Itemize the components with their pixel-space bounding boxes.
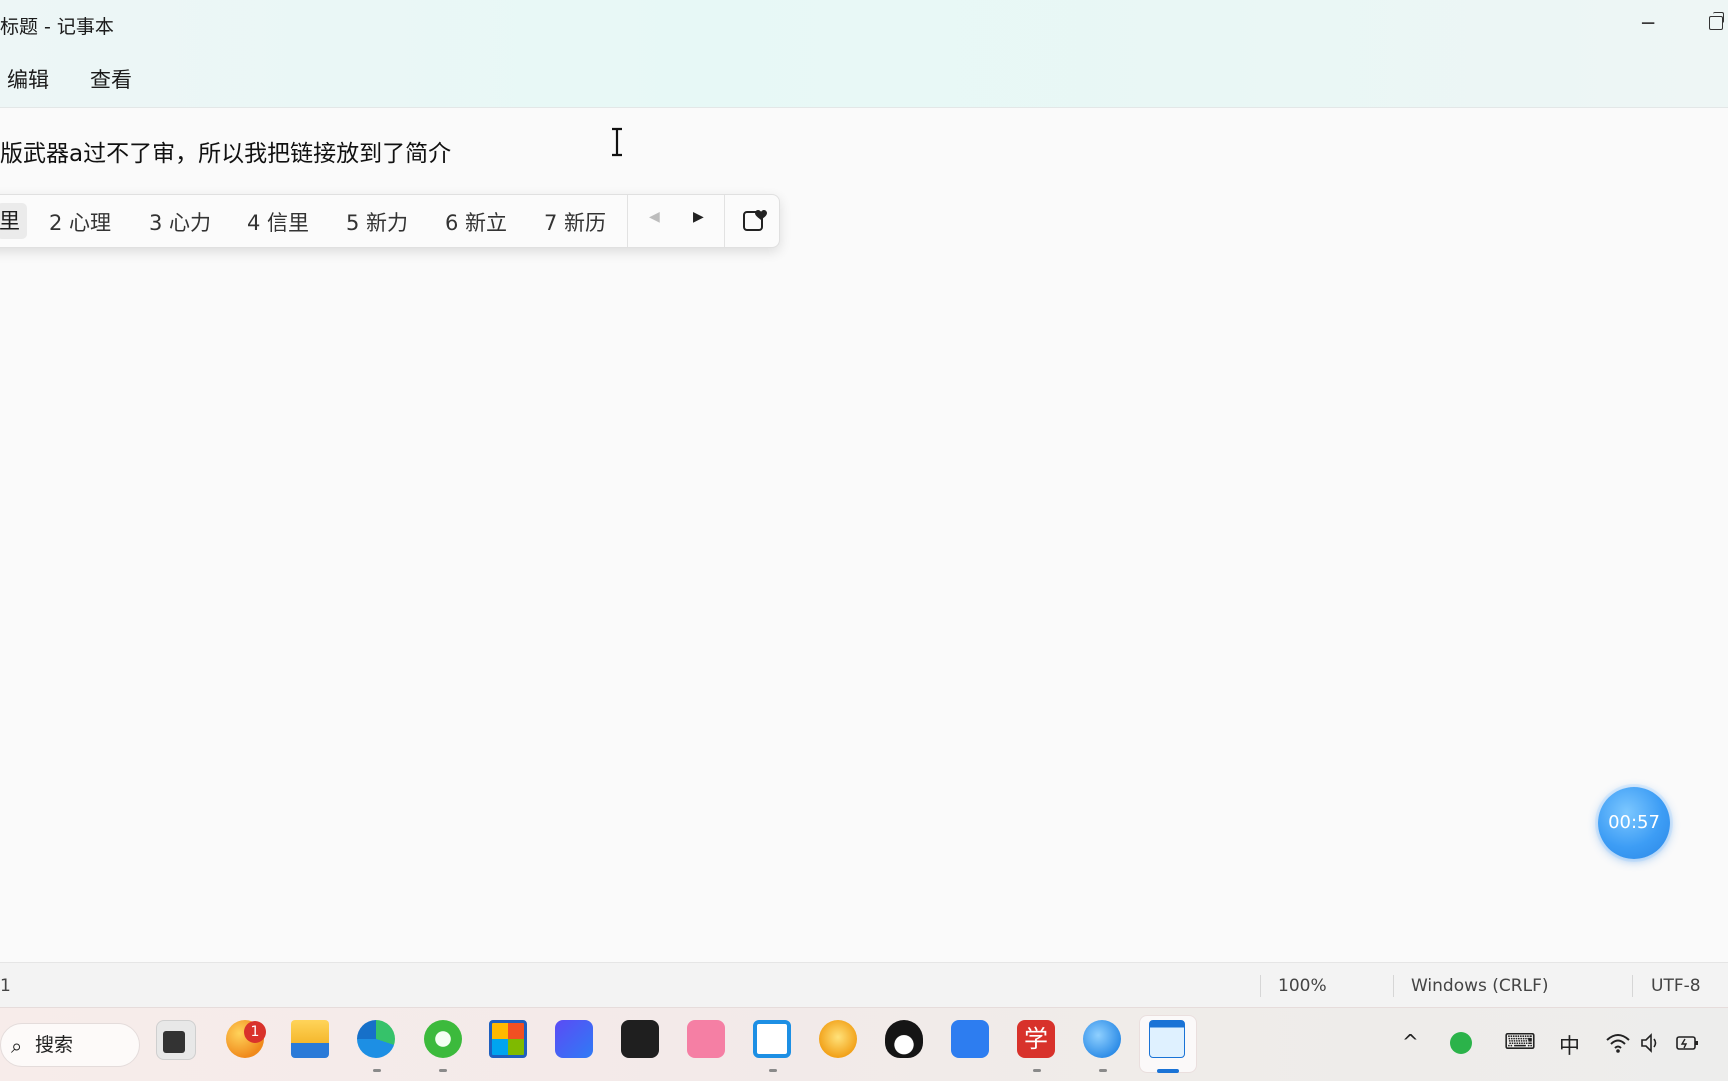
file-explorer-icon[interactable]	[291, 1020, 329, 1058]
notification-badge: 1	[244, 1021, 266, 1043]
divider	[1260, 975, 1261, 997]
ime-language-indicator[interactable]: 中	[1559, 1030, 1580, 1060]
battery-icon[interactable]	[1675, 1033, 1701, 1053]
running-indicator	[439, 1069, 447, 1072]
prev-page-icon[interactable]: ◀	[649, 209, 660, 225]
divider	[627, 195, 628, 247]
volume-icon[interactable]	[1640, 1032, 1662, 1054]
ime-candidate-bar: 里 2 心理 3 心力 4 信里 5 新力 6 新立 7 新历 ◀ ▶	[0, 194, 780, 248]
recording-timer[interactable]: 00:57	[1598, 787, 1670, 859]
status-bar: 1 100% Windows (CRLF) UTF-8	[0, 962, 1728, 1008]
line-ending: Windows (CRLF)	[1411, 976, 1549, 996]
app-blue-icon[interactable]	[555, 1020, 593, 1058]
menu-view[interactable]: 查看	[90, 62, 132, 96]
task-view-glyph	[163, 1031, 185, 1053]
ime-candidate[interactable]: 2 心理	[49, 207, 111, 237]
tray-chevron-icon[interactable]: ^	[1402, 1030, 1419, 1054]
bilibili-icon[interactable]	[687, 1020, 725, 1058]
editor-text[interactable]: 版武器a过不了审，所以我把链接放到了简介	[0, 134, 451, 168]
ime-candidate-1[interactable]: 里	[0, 203, 27, 239]
menu-edit[interactable]: 编辑	[7, 62, 49, 96]
text-cursor-icon	[612, 127, 622, 157]
terminal-icon[interactable]	[621, 1020, 659, 1058]
task-view-icon[interactable]	[156, 1020, 196, 1060]
security-tray-icon[interactable]	[1450, 1032, 1472, 1054]
running-indicator	[373, 1069, 381, 1072]
divider	[1632, 975, 1633, 997]
divider	[1393, 975, 1394, 997]
title-bar: 标题 - 记事本 ─ 编辑 查看	[0, 0, 1728, 108]
running-indicator	[1033, 1069, 1041, 1072]
window-title: 标题 - 记事本	[0, 16, 114, 38]
search-label: 搜索	[35, 1034, 74, 1056]
ime-candidate[interactable]: 6 新立	[445, 207, 507, 237]
zoom-level: 100%	[1278, 976, 1327, 996]
taskbar-search[interactable]: ⌕ 搜索	[0, 1023, 140, 1067]
mail-app-icon[interactable]	[1083, 1020, 1121, 1058]
running-indicator	[1099, 1069, 1107, 1072]
restore-icon	[1709, 12, 1724, 30]
cursor-position: 1	[0, 976, 11, 996]
qq-icon[interactable]	[885, 1020, 923, 1058]
xue-app-icon[interactable]: 学	[1017, 1020, 1055, 1058]
ime-candidate[interactable]: 5 新力	[346, 207, 408, 237]
browser-green-icon[interactable]	[424, 1020, 462, 1058]
minimize-button[interactable]: ─	[1628, 8, 1668, 38]
tiger-app-icon[interactable]	[819, 1020, 857, 1058]
favorite-icon[interactable]	[741, 207, 767, 233]
ime-candidate[interactable]: 4 信里	[247, 207, 309, 237]
encoding: UTF-8	[1651, 976, 1701, 996]
active-indicator	[1157, 1069, 1179, 1073]
keyboard-icon[interactable]: ⌨	[1504, 1030, 1536, 1055]
search-icon: ⌕	[11, 1034, 23, 1058]
feishu-icon[interactable]	[951, 1020, 989, 1058]
edge-icon[interactable]	[357, 1020, 395, 1058]
remote-app-icon[interactable]	[753, 1020, 791, 1058]
next-page-icon[interactable]: ▶	[693, 209, 704, 225]
ime-candidate[interactable]: 7 新历	[544, 207, 606, 237]
maximize-button[interactable]	[1696, 8, 1728, 38]
notepad-icon[interactable]	[1149, 1020, 1185, 1058]
wifi-icon[interactable]	[1605, 1032, 1631, 1054]
microsoft-store-icon[interactable]	[489, 1020, 527, 1058]
ime-candidate[interactable]: 3 心力	[149, 207, 211, 237]
divider	[724, 195, 725, 247]
running-indicator	[769, 1069, 777, 1072]
